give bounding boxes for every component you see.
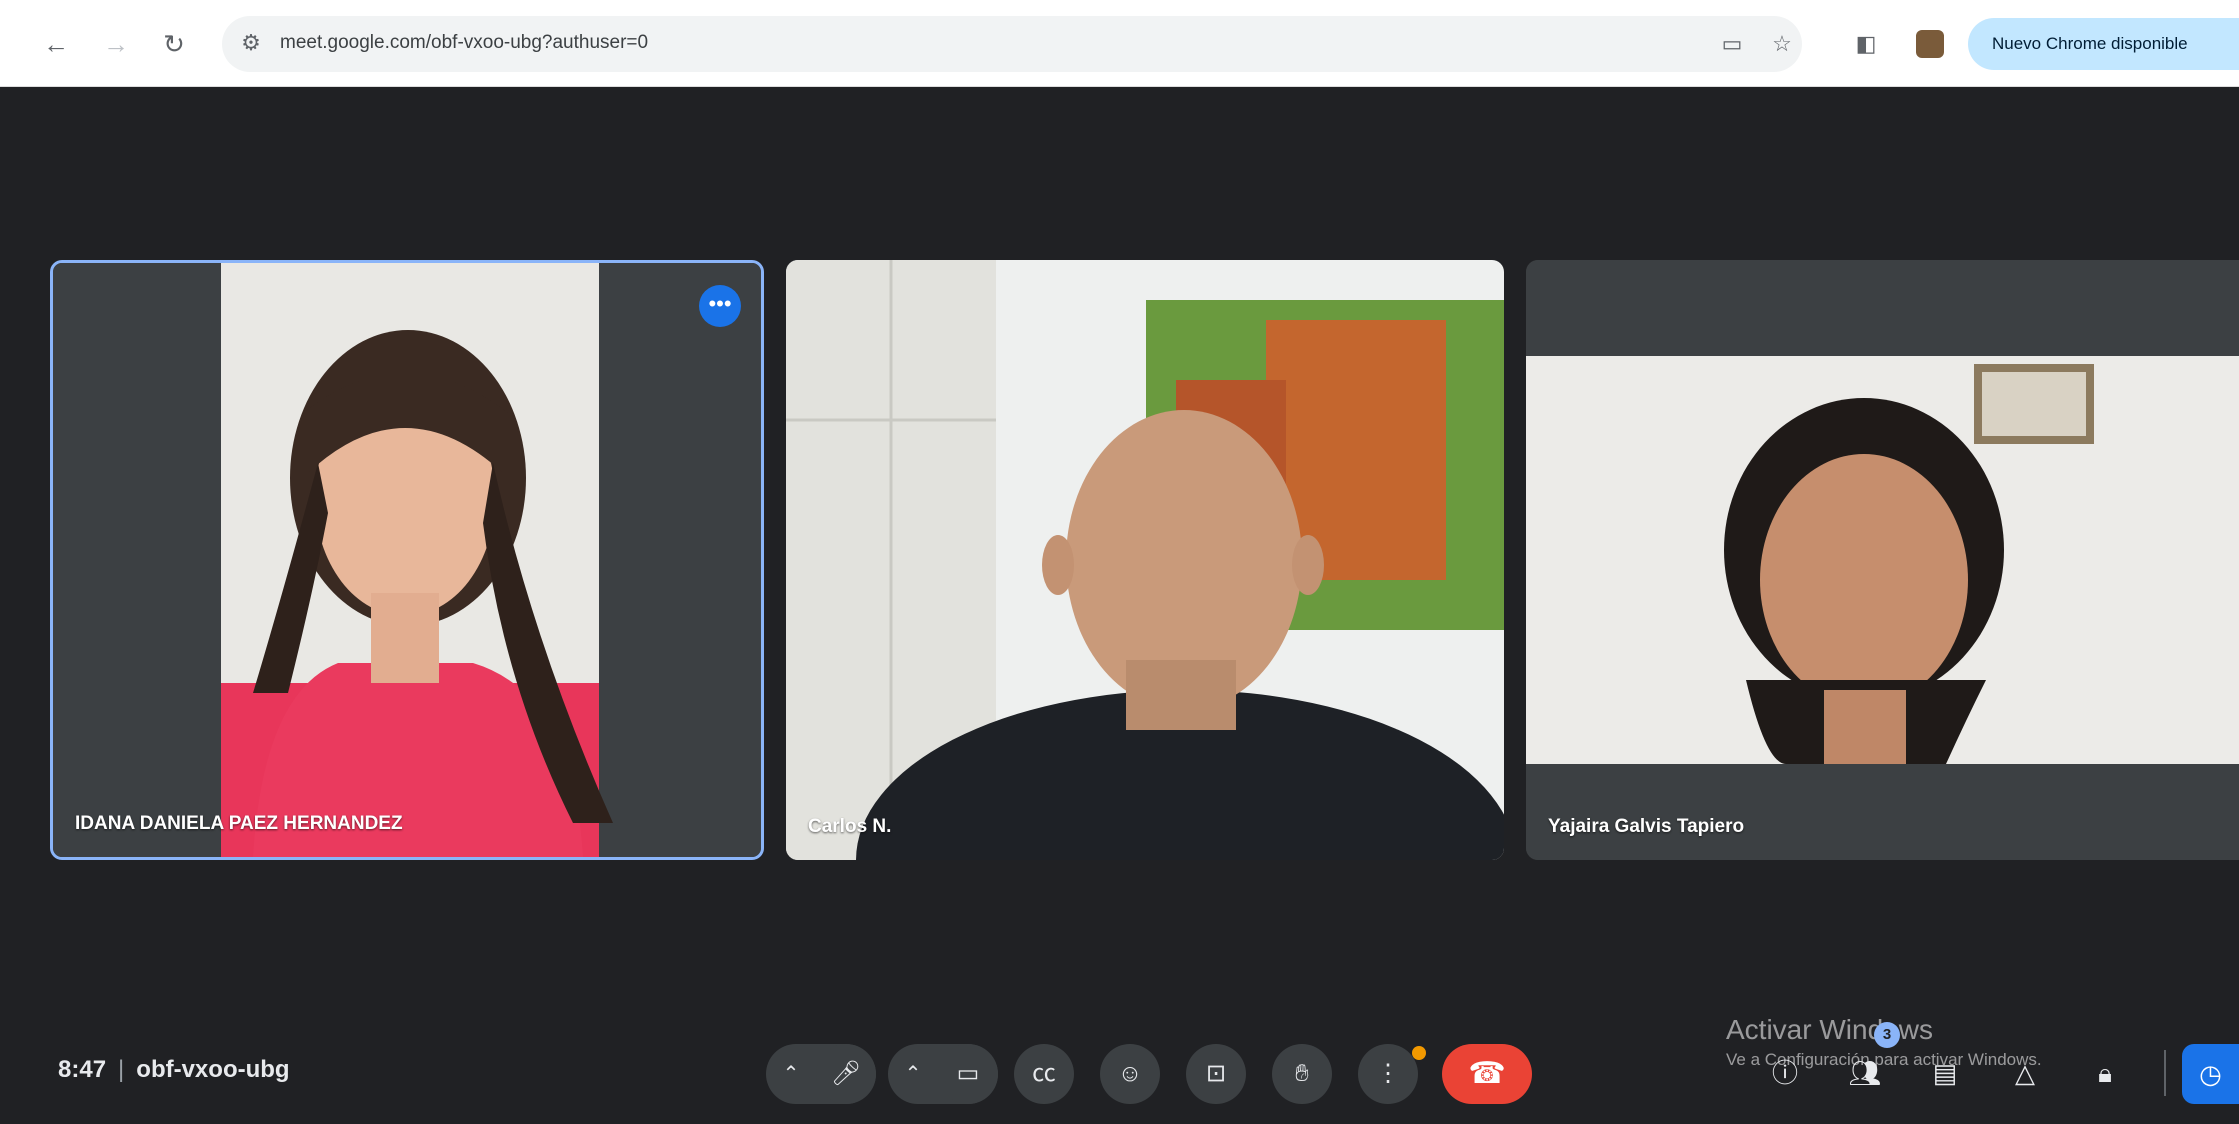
meeting-time: 8:47 [58, 1056, 107, 1083]
leave-call-button[interactable]: ☎︎ [1442, 1044, 1532, 1104]
chat-icon[interactable]: ▤ [1922, 1050, 1968, 1096]
video-options-chevron-icon[interactable]: ⌃ [888, 1044, 938, 1104]
update-label: Nuevo Chrome disponible [1992, 34, 2188, 53]
participant-tile[interactable]: Yajaira Galvis Tapiero [1526, 260, 2239, 860]
video-settings-group: ⌃ ▭ [888, 1044, 998, 1104]
people-count-badge: 3 [1874, 1022, 1900, 1048]
divider [2164, 1050, 2166, 1096]
more-vertical-icon: ⋮ [1376, 1060, 1400, 1087]
participant-name: IDANA DANIELA PAEZ HERNANDEZ [75, 813, 403, 834]
meeting-details: 8:47 | obf-vxoo-ubg [58, 1056, 290, 1084]
captions-icon: ㏄ [1032, 1060, 1056, 1087]
timer-icon: ◷ [2199, 1059, 2222, 1089]
participant-tile[interactable]: Carlos N. [786, 260, 1504, 860]
audio-options-chevron-icon[interactable]: ⌃ [766, 1044, 816, 1104]
people-icon[interactable]: 👥︎ [1842, 1050, 1888, 1096]
present-icon: ⊡ [1205, 1060, 1227, 1087]
notification-dot [1412, 1046, 1426, 1060]
url-text: meet.google.com/obf-vxoo-ubg?authuser=0 [280, 32, 649, 53]
participant-name: Yajaira Galvis Tapiero [1548, 816, 1745, 837]
forward-icon[interactable]: → [100, 28, 132, 60]
browser-toolbar: ← → ↻ ⚙ meet.google.com/obf-vxoo-ubg?aut… [0, 0, 2239, 87]
meeting-code: obf-vxoo-ubg [136, 1056, 290, 1083]
camera-button[interactable]: ▭ [938, 1044, 998, 1104]
hang-up-icon: ☎︎ [1468, 1057, 1506, 1090]
back-icon[interactable]: ← [40, 28, 72, 60]
address-bar[interactable]: ⚙ meet.google.com/obf-vxoo-ubg?authuser=… [222, 16, 1802, 72]
microphone-button[interactable]: 🎤︎ [816, 1044, 876, 1104]
reactions-button[interactable]: ☺ [1100, 1044, 1160, 1104]
video-feed [53, 263, 761, 857]
meeting-details-icon[interactable]: ⓘ [1762, 1050, 1808, 1096]
activities-shapes-icon[interactable]: △ [2002, 1050, 2048, 1096]
timer-button[interactable]: ◷ [2182, 1044, 2239, 1104]
participant-tile[interactable]: ••• IDANA DANIELA PAEZ HERNANDEZ [50, 260, 764, 860]
captions-button[interactable]: ㏄ [1014, 1044, 1074, 1104]
reload-icon[interactable]: ↻ [158, 28, 190, 60]
raise-hand-button[interactable]: ✋︎ [1272, 1044, 1332, 1104]
cast-icon[interactable]: ▭ [1716, 28, 1748, 60]
chrome-update-button[interactable]: Nuevo Chrome disponible [1968, 18, 2239, 70]
video-feed [786, 260, 1504, 860]
host-controls-lock-icon[interactable]: 🔒︎ [2082, 1050, 2128, 1096]
extension-icon[interactable] [1916, 30, 1944, 58]
audio-settings-group: ⌃ 🎤︎ [766, 1044, 876, 1104]
video-feed [1526, 260, 2239, 860]
emoji-icon: ☺ [1117, 1060, 1143, 1087]
present-screen-button[interactable]: ⊡ [1186, 1044, 1246, 1104]
site-settings-icon[interactable]: ⚙ [236, 28, 266, 58]
participant-name: Carlos N. [808, 816, 892, 837]
bookmark-star-icon[interactable]: ☆ [1766, 28, 1798, 60]
separator: | [118, 1056, 125, 1083]
more-options-button[interactable]: ⋮ [1358, 1044, 1418, 1104]
hand-icon: ✋︎ [1295, 1060, 1309, 1087]
side-panel-icon[interactable]: ◧ [1850, 28, 1882, 60]
tile-more-options-button[interactable]: ••• [699, 285, 741, 327]
